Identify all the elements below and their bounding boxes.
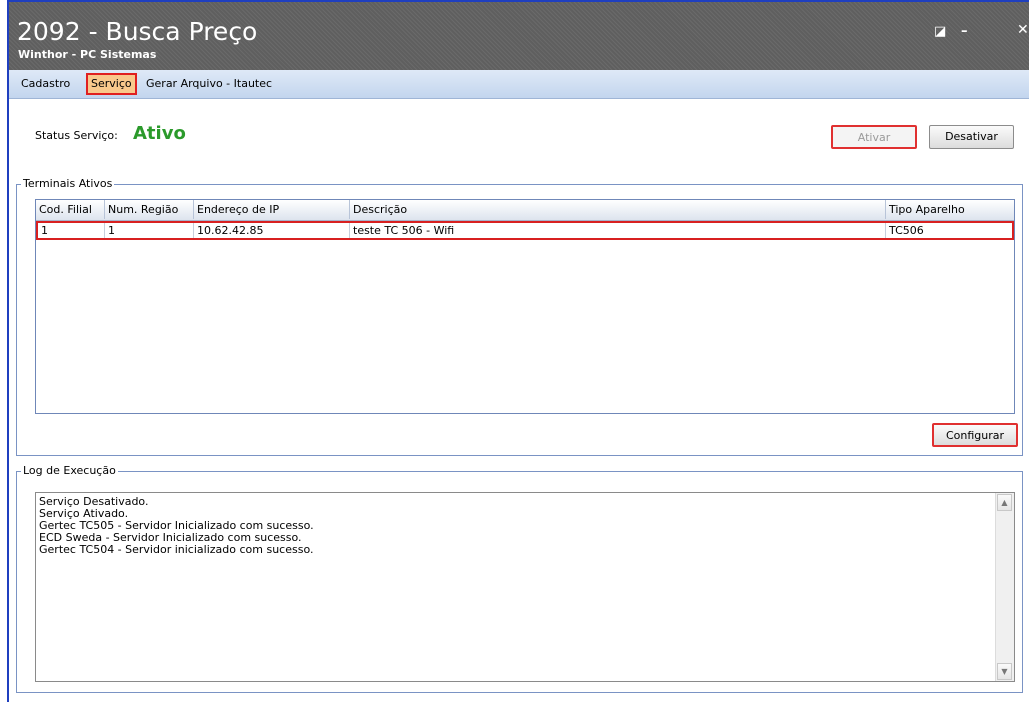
window-title: 2092 - Busca Preço	[17, 17, 258, 46]
cell-endereco-ip: 10.62.42.85	[194, 223, 350, 238]
log-execucao-label: Log de Execução	[21, 464, 118, 477]
configurar-button[interactable]: Configurar	[932, 423, 1018, 447]
cell-descricao: teste TC 506 - Wifi	[350, 223, 886, 238]
terminais-ativos-label: Terminais Ativos	[21, 177, 115, 190]
column-header-descricao[interactable]: Descrição	[350, 200, 886, 219]
window-subtitle: Winthor - PC Sistemas	[18, 48, 157, 61]
scroll-down-icon[interactable]: ▼	[997, 663, 1012, 680]
menu-item-gerar-arquivo[interactable]: Gerar Arquivo - Itautec	[143, 75, 275, 93]
status-value: Ativo	[133, 123, 186, 144]
log-line: Gertec TC504 - Servidor inicializado com…	[39, 543, 314, 556]
log-scrollbar[interactable]: ▲ ▼	[995, 493, 1014, 681]
column-header-endereco-ip[interactable]: Endereço de IP	[194, 200, 350, 219]
cell-tipo-aparelho: TC506	[889, 224, 924, 237]
menu-item-servico[interactable]: Serviço	[86, 73, 137, 95]
log-textarea[interactable]: Serviço Desativado. Serviço Ativado. Ger…	[35, 492, 1015, 682]
restore-icon[interactable]: ◪	[934, 24, 946, 39]
menu-item-cadastro[interactable]: Cadastro	[18, 75, 73, 93]
app-window: 2092 - Busca Preço Winthor - PC Sistemas…	[7, 0, 1029, 702]
grid-header: Cod. Filial Num. Região Endereço de IP D…	[36, 200, 1014, 221]
desativar-button[interactable]: Desativar	[929, 125, 1014, 149]
cell-num-regiao: 1	[105, 223, 194, 238]
scroll-up-icon[interactable]: ▲	[997, 494, 1012, 511]
ativar-button[interactable]: Ativar	[831, 125, 917, 149]
minimize-icon[interactable]: –	[961, 24, 968, 39]
status-label: Status Serviço:	[35, 129, 118, 142]
column-header-tipo-aparelho[interactable]: Tipo Aparelho	[886, 200, 1014, 219]
column-header-num-regiao[interactable]: Num. Região	[105, 200, 194, 219]
log-content: Serviço Desativado. Serviço Ativado. Ger…	[39, 496, 314, 556]
column-header-cod-filial[interactable]: Cod. Filial	[36, 200, 105, 219]
terminais-grid[interactable]: Cod. Filial Num. Região Endereço de IP D…	[35, 199, 1015, 414]
title-bar[interactable]: 2092 - Busca Preço Winthor - PC Sistemas…	[9, 2, 1029, 70]
cell-cod-filial: 1	[38, 223, 105, 238]
menu-bar: Cadastro Serviço Gerar Arquivo - Itautec	[9, 70, 1029, 99]
table-row[interactable]: 1 1 10.62.42.85 teste TC 506 - Wifi TC50…	[36, 221, 1014, 240]
close-icon[interactable]: ✕	[1017, 22, 1029, 38]
log-execucao-group: Log de Execução Serviço Desativado. Serv…	[16, 464, 1023, 693]
terminais-ativos-group: Terminais Ativos Cod. Filial Num. Região…	[16, 177, 1023, 456]
